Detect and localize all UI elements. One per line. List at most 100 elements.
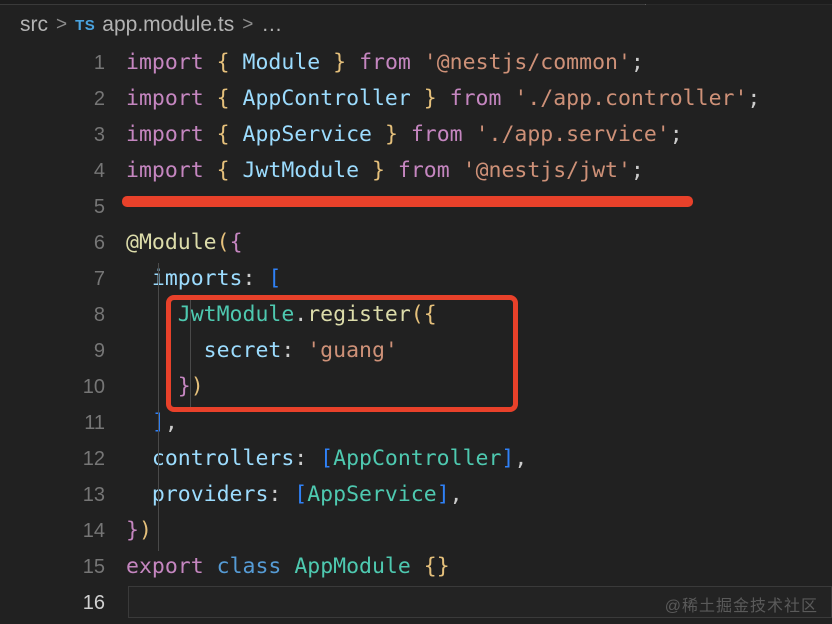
code-line-1[interactable]: 1 import { Module } from '@nestjs/common'… — [0, 45, 832, 81]
code-token: {} — [423, 554, 450, 579]
code-token: [ — [294, 482, 308, 507]
code-token: controllers — [151, 446, 295, 471]
code-token: AppModule — [294, 554, 411, 579]
code-line-2[interactable]: 2 import { AppController } from './app.co… — [0, 81, 832, 117]
code-lines-container[interactable]: 1 import { Module } from '@nestjs/common'… — [0, 45, 832, 624]
code-editor-window: src > TS app.module.ts > … 1 import { Mod… — [0, 0, 832, 624]
code-line-content: import { AppService } from './app.servic… — [126, 117, 683, 153]
code-line-4[interactable]: 4 import { JwtModule } from '@nestjs/jwt'… — [0, 153, 832, 189]
code-line-9[interactable]: 9 secret: 'guang' — [0, 333, 832, 369]
code-token: from — [359, 50, 411, 75]
code-token: ) — [138, 518, 152, 543]
code-token: providers — [151, 482, 269, 507]
code-token: : — [242, 266, 269, 291]
code-line-content: ], — [126, 405, 178, 441]
code-line-content: JwtModule.register({ — [126, 297, 437, 333]
line-number: 2 — [93, 88, 105, 110]
line-number: 8 — [93, 304, 105, 326]
code-line-7[interactable]: 7 imports: [ — [0, 261, 832, 297]
code-line-10[interactable]: 10 }) — [0, 369, 832, 405]
code-token: import — [126, 50, 204, 75]
code-line-3[interactable]: 3 import { AppService } from './app.servi… — [0, 117, 832, 153]
line-number: 7 — [93, 268, 105, 290]
code-token: [ — [268, 266, 282, 291]
line-number: 3 — [93, 124, 105, 146]
code-token: register — [307, 302, 411, 327]
code-token: './app.service' — [475, 122, 670, 147]
code-token: AppService — [307, 482, 437, 507]
code-line-11[interactable]: 11 ], — [0, 405, 832, 441]
line-number: 9 — [93, 340, 105, 362]
code-token: : — [294, 446, 321, 471]
line-number: 16 — [82, 592, 105, 614]
code-line-8[interactable]: 8 JwtModule.register({ — [0, 297, 832, 333]
code-token: imports — [151, 266, 243, 291]
line-number: 10 — [82, 376, 105, 398]
code-token: ] — [501, 446, 515, 471]
line-number: 12 — [82, 448, 105, 470]
code-token: Module — [242, 50, 321, 75]
code-token: ; — [747, 86, 761, 111]
code-token: '@nestjs/jwt' — [462, 158, 631, 183]
code-token: './app.controller' — [514, 86, 748, 111]
code-token: { — [216, 50, 230, 75]
code-token: JwtModule — [177, 302, 295, 327]
line-number: 5 — [93, 196, 105, 218]
breadcrumb-file[interactable]: app.module.ts — [102, 13, 234, 37]
code-line-15[interactable]: 15 export class AppModule {} — [0, 549, 832, 585]
code-line-5[interactable]: 5 — [0, 189, 832, 225]
code-token: ( — [216, 230, 230, 255]
breadcrumb-folder[interactable]: src — [20, 13, 48, 37]
code-line-content: }) — [126, 513, 152, 549]
code-token: JwtModule — [242, 158, 360, 183]
code-line-content: import { AppController } from './app.con… — [126, 81, 760, 117]
code-line-6[interactable]: 6 @Module({ — [0, 225, 832, 261]
line-number: 13 — [82, 484, 105, 506]
code-token: } — [384, 122, 398, 147]
code-token: { — [216, 158, 230, 183]
code-line-content: }) — [126, 369, 204, 405]
code-line-14[interactable]: 14}) — [0, 513, 832, 549]
code-token: ] — [436, 482, 450, 507]
line-number: 14 — [82, 520, 105, 542]
code-token: , — [164, 410, 178, 435]
code-token: { — [216, 122, 230, 147]
code-line-content: import { JwtModule } from '@nestjs/jwt'; — [126, 153, 644, 189]
line-number: 6 — [93, 232, 105, 254]
code-token: { — [423, 302, 437, 327]
code-line-content: import { Module } from '@nestjs/common'; — [126, 45, 644, 81]
breadcrumb-symbol-ellipsis[interactable]: … — [261, 13, 283, 37]
code-token: } — [126, 518, 139, 543]
code-token: @Module — [126, 230, 217, 255]
chevron-right-icon-2: > — [242, 14, 254, 35]
code-token: class — [216, 554, 282, 579]
code-line-13[interactable]: 13 providers: [AppService], — [0, 477, 832, 513]
code-token: '@nestjs/common' — [423, 50, 631, 75]
code-token: , — [514, 446, 528, 471]
code-line-content: export class AppModule {} — [126, 549, 450, 585]
code-line-12[interactable]: 12 controllers: [AppController], — [0, 441, 832, 477]
code-token: } — [333, 50, 347, 75]
code-token: : — [268, 482, 295, 507]
